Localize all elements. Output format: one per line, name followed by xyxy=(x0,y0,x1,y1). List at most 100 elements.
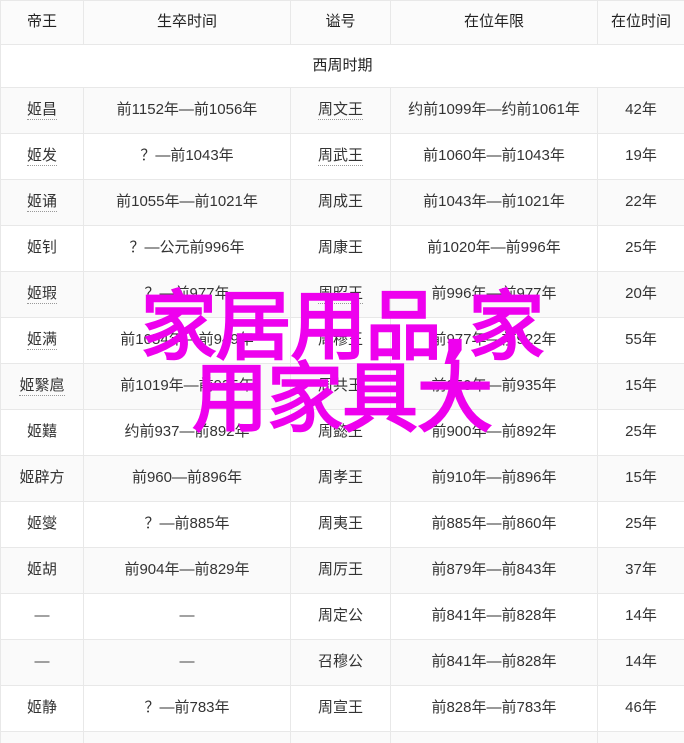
page-container: 帝王 生卒时间 谥号 在位年限 在位时间 西周时期 姬昌 前1152年—前1056… xyxy=(0,0,684,743)
cell-reign-years: 前782年—前771年年 xyxy=(390,731,598,743)
cell-posthumous-link[interactable]: 周文王 xyxy=(317,101,363,121)
cell-lifespan: ？—前783年 xyxy=(83,685,291,732)
cell-ruler[interactable]: 姬繄扈 xyxy=(0,363,84,410)
cell-ruler: 姬燮 xyxy=(0,501,84,548)
cell-reign-length: 46年 xyxy=(597,685,684,732)
cell-posthumous: 召穆公 xyxy=(290,639,391,686)
cell-reign-length: 15年 xyxy=(597,455,684,502)
cell-posthumous: 周夷王 xyxy=(290,501,391,548)
cell-reign-years: 前828年—前783年 xyxy=(390,685,598,732)
cell-ruler: — xyxy=(0,593,84,640)
cell-reign-length: 22年 xyxy=(597,179,684,226)
cell-lifespan: 前960—前896年 xyxy=(83,455,291,502)
table-header-row: 帝王 生卒时间 谥号 在位年限 在位时间 xyxy=(0,0,684,45)
cell-ruler: 姬静 xyxy=(0,685,84,732)
table-row: — — 召穆公 前841年—前828年 14年 xyxy=(0,639,684,686)
column-header-lifespan: 生卒时间 xyxy=(83,0,291,45)
cell-lifespan: 前1054年—前949年 xyxy=(83,317,291,364)
table-row: 姬满 前1054年—前949年 周穆王 前977年—前922年 55年 xyxy=(0,317,684,364)
section-header-row: 西周时期 xyxy=(0,44,684,88)
cell-ruler-link[interactable]: 姬瑕 xyxy=(26,285,57,305)
cell-lifespan: 前1055年—前1021年 xyxy=(83,179,291,226)
cell-reign-length: 37年 xyxy=(597,547,684,594)
cell-ruler-link[interactable]: 姬诵 xyxy=(26,193,57,213)
cell-reign-length: 20年 xyxy=(597,271,684,318)
column-header-reign-length: 在位时间 xyxy=(597,0,684,45)
cell-lifespan: 约前937—前892年 xyxy=(83,409,291,456)
column-header-reign-years: 在位年限 xyxy=(390,0,598,45)
column-header-ruler: 帝王 xyxy=(0,0,84,45)
cell-posthumous: 周厉王 xyxy=(290,547,391,594)
table-row: 姬辟方 前960—前896年 周孝王 前910年—前896年 15年 xyxy=(0,455,684,502)
cell-reign-years: 前950年—前935年 xyxy=(390,363,598,410)
cell-reign-length: 25年 xyxy=(597,501,684,548)
cell-reign-years: 前1060年—前1043年 xyxy=(390,133,598,180)
cell-reign-years: 前885年—前860年 xyxy=(390,501,598,548)
table-row: 姬瑕 ？—前977年 周昭王 前996年—前977年 20年 xyxy=(0,271,684,318)
cell-lifespan: 前1152年—前1056年 xyxy=(83,87,291,134)
cell-reign-years: 前841年—前828年 xyxy=(390,639,598,686)
cell-ruler: 姬胡 xyxy=(0,547,84,594)
table-header: 帝王 生卒时间 谥号 在位年限 在位时间 xyxy=(0,0,684,45)
table-row: 姬昌 前1152年—前1056年 周文王 约前1099年—约前1061年 42年 xyxy=(0,87,684,134)
cell-ruler: 姬囏 xyxy=(0,409,84,456)
cell-lifespan: — xyxy=(83,639,291,686)
cell-reign-length: 55年 xyxy=(597,317,684,364)
cell-ruler-link[interactable]: 姬满 xyxy=(26,331,57,351)
table-row: 姬囏 约前937—前892年 周懿王 前900年—前892年 25年 xyxy=(0,409,684,456)
cell-posthumous-link[interactable]: 周昭王 xyxy=(317,285,363,305)
cell-reign-years: 前910年—前896年 xyxy=(390,455,598,502)
cell-ruler: 姬辟方 xyxy=(0,455,84,502)
cell-posthumous-link[interactable]: 周武王 xyxy=(317,147,363,167)
cell-ruler: — xyxy=(0,639,84,686)
table-row: 姬静 ？—前783年 周宣王 前828年—前783年 46年 xyxy=(0,685,684,732)
cell-ruler[interactable]: 姬满 xyxy=(0,317,84,364)
cell-posthumous[interactable]: 周幽王 xyxy=(290,731,391,743)
cell-reign-years: 约前1099年—约前1061年 xyxy=(390,87,598,134)
cell-reign-length: 19年 xyxy=(597,133,684,180)
cell-posthumous: 周孝王 xyxy=(290,455,391,502)
table-row: — — 周定公 前841年—前828年 14年 xyxy=(0,593,684,640)
cell-reign-length: 14年 xyxy=(597,593,684,640)
cell-reign-years: 前879年—前843年 xyxy=(390,547,598,594)
table-row: 姬胡 前904年—前829年 周厉王 前879年—前843年 37年 xyxy=(0,547,684,594)
cell-ruler[interactable]: 姬瑕 xyxy=(0,271,84,318)
cell-lifespan: 前795年—前771年 xyxy=(83,731,291,743)
cell-ruler-link[interactable]: 姬发 xyxy=(26,147,57,167)
cell-reign-years: 前1020年—前996年 xyxy=(390,225,598,272)
cell-reign-years: 前900年—前892年 xyxy=(390,409,598,456)
cell-posthumous: 周定公 xyxy=(290,593,391,640)
cell-reign-length: 14年 xyxy=(597,639,684,686)
cell-ruler-link[interactable]: 姬繄扈 xyxy=(19,377,65,397)
cell-posthumous: 周共王 xyxy=(290,363,391,410)
cell-lifespan: ？—前977年 xyxy=(83,271,291,318)
cell-reign-years: 前996年—前977年 xyxy=(390,271,598,318)
cell-reign-length: 15年 xyxy=(597,363,684,410)
cell-ruler[interactable]: 姬昌 xyxy=(0,87,84,134)
cell-ruler-link[interactable]: 姬昌 xyxy=(26,101,57,121)
cell-reign-years: 前841年—前828年 xyxy=(390,593,598,640)
cell-posthumous: 周穆王 xyxy=(290,317,391,364)
cell-posthumous[interactable]: 周昭王 xyxy=(290,271,391,318)
table-row: 姬发 ？—前1043年 周武王 前1060年—前1043年 19年 xyxy=(0,133,684,180)
cell-reign-years: 前977年—前922年 xyxy=(390,317,598,364)
cell-lifespan: ？—公元前996年 xyxy=(83,225,291,272)
cell-posthumous[interactable]: 周武王 xyxy=(290,133,391,180)
section-label: 西周时期 xyxy=(0,44,684,88)
cell-lifespan: ？—前1043年 xyxy=(83,133,291,180)
cell-reign-years: 前1043年—前1021年 xyxy=(390,179,598,226)
cell-reign-length: 25年 xyxy=(597,409,684,456)
table-row: 姬钊 ？—公元前996年 周康王 前1020年—前996年 25年 xyxy=(0,225,684,272)
cell-posthumous: 周宣王 xyxy=(290,685,391,732)
cell-posthumous: 周懿王 xyxy=(290,409,391,456)
cell-posthumous[interactable]: 周文王 xyxy=(290,87,391,134)
cell-lifespan: 前1019年—前935年 xyxy=(83,363,291,410)
cell-ruler: 姬钊 xyxy=(0,225,84,272)
cell-reign-length: 42年 xyxy=(597,87,684,134)
cell-ruler[interactable]: 姬诵 xyxy=(0,179,84,226)
table-body: 西周时期 姬昌 前1152年—前1056年 周文王 约前1099年—约前1061年 42… xyxy=(0,44,684,743)
cell-lifespan: ？—前885年 xyxy=(83,501,291,548)
cell-posthumous: 周康王 xyxy=(290,225,391,272)
cell-ruler[interactable]: 姬发 xyxy=(0,133,84,180)
cell-ruler[interactable]: 姬宫涅 xyxy=(0,731,84,743)
